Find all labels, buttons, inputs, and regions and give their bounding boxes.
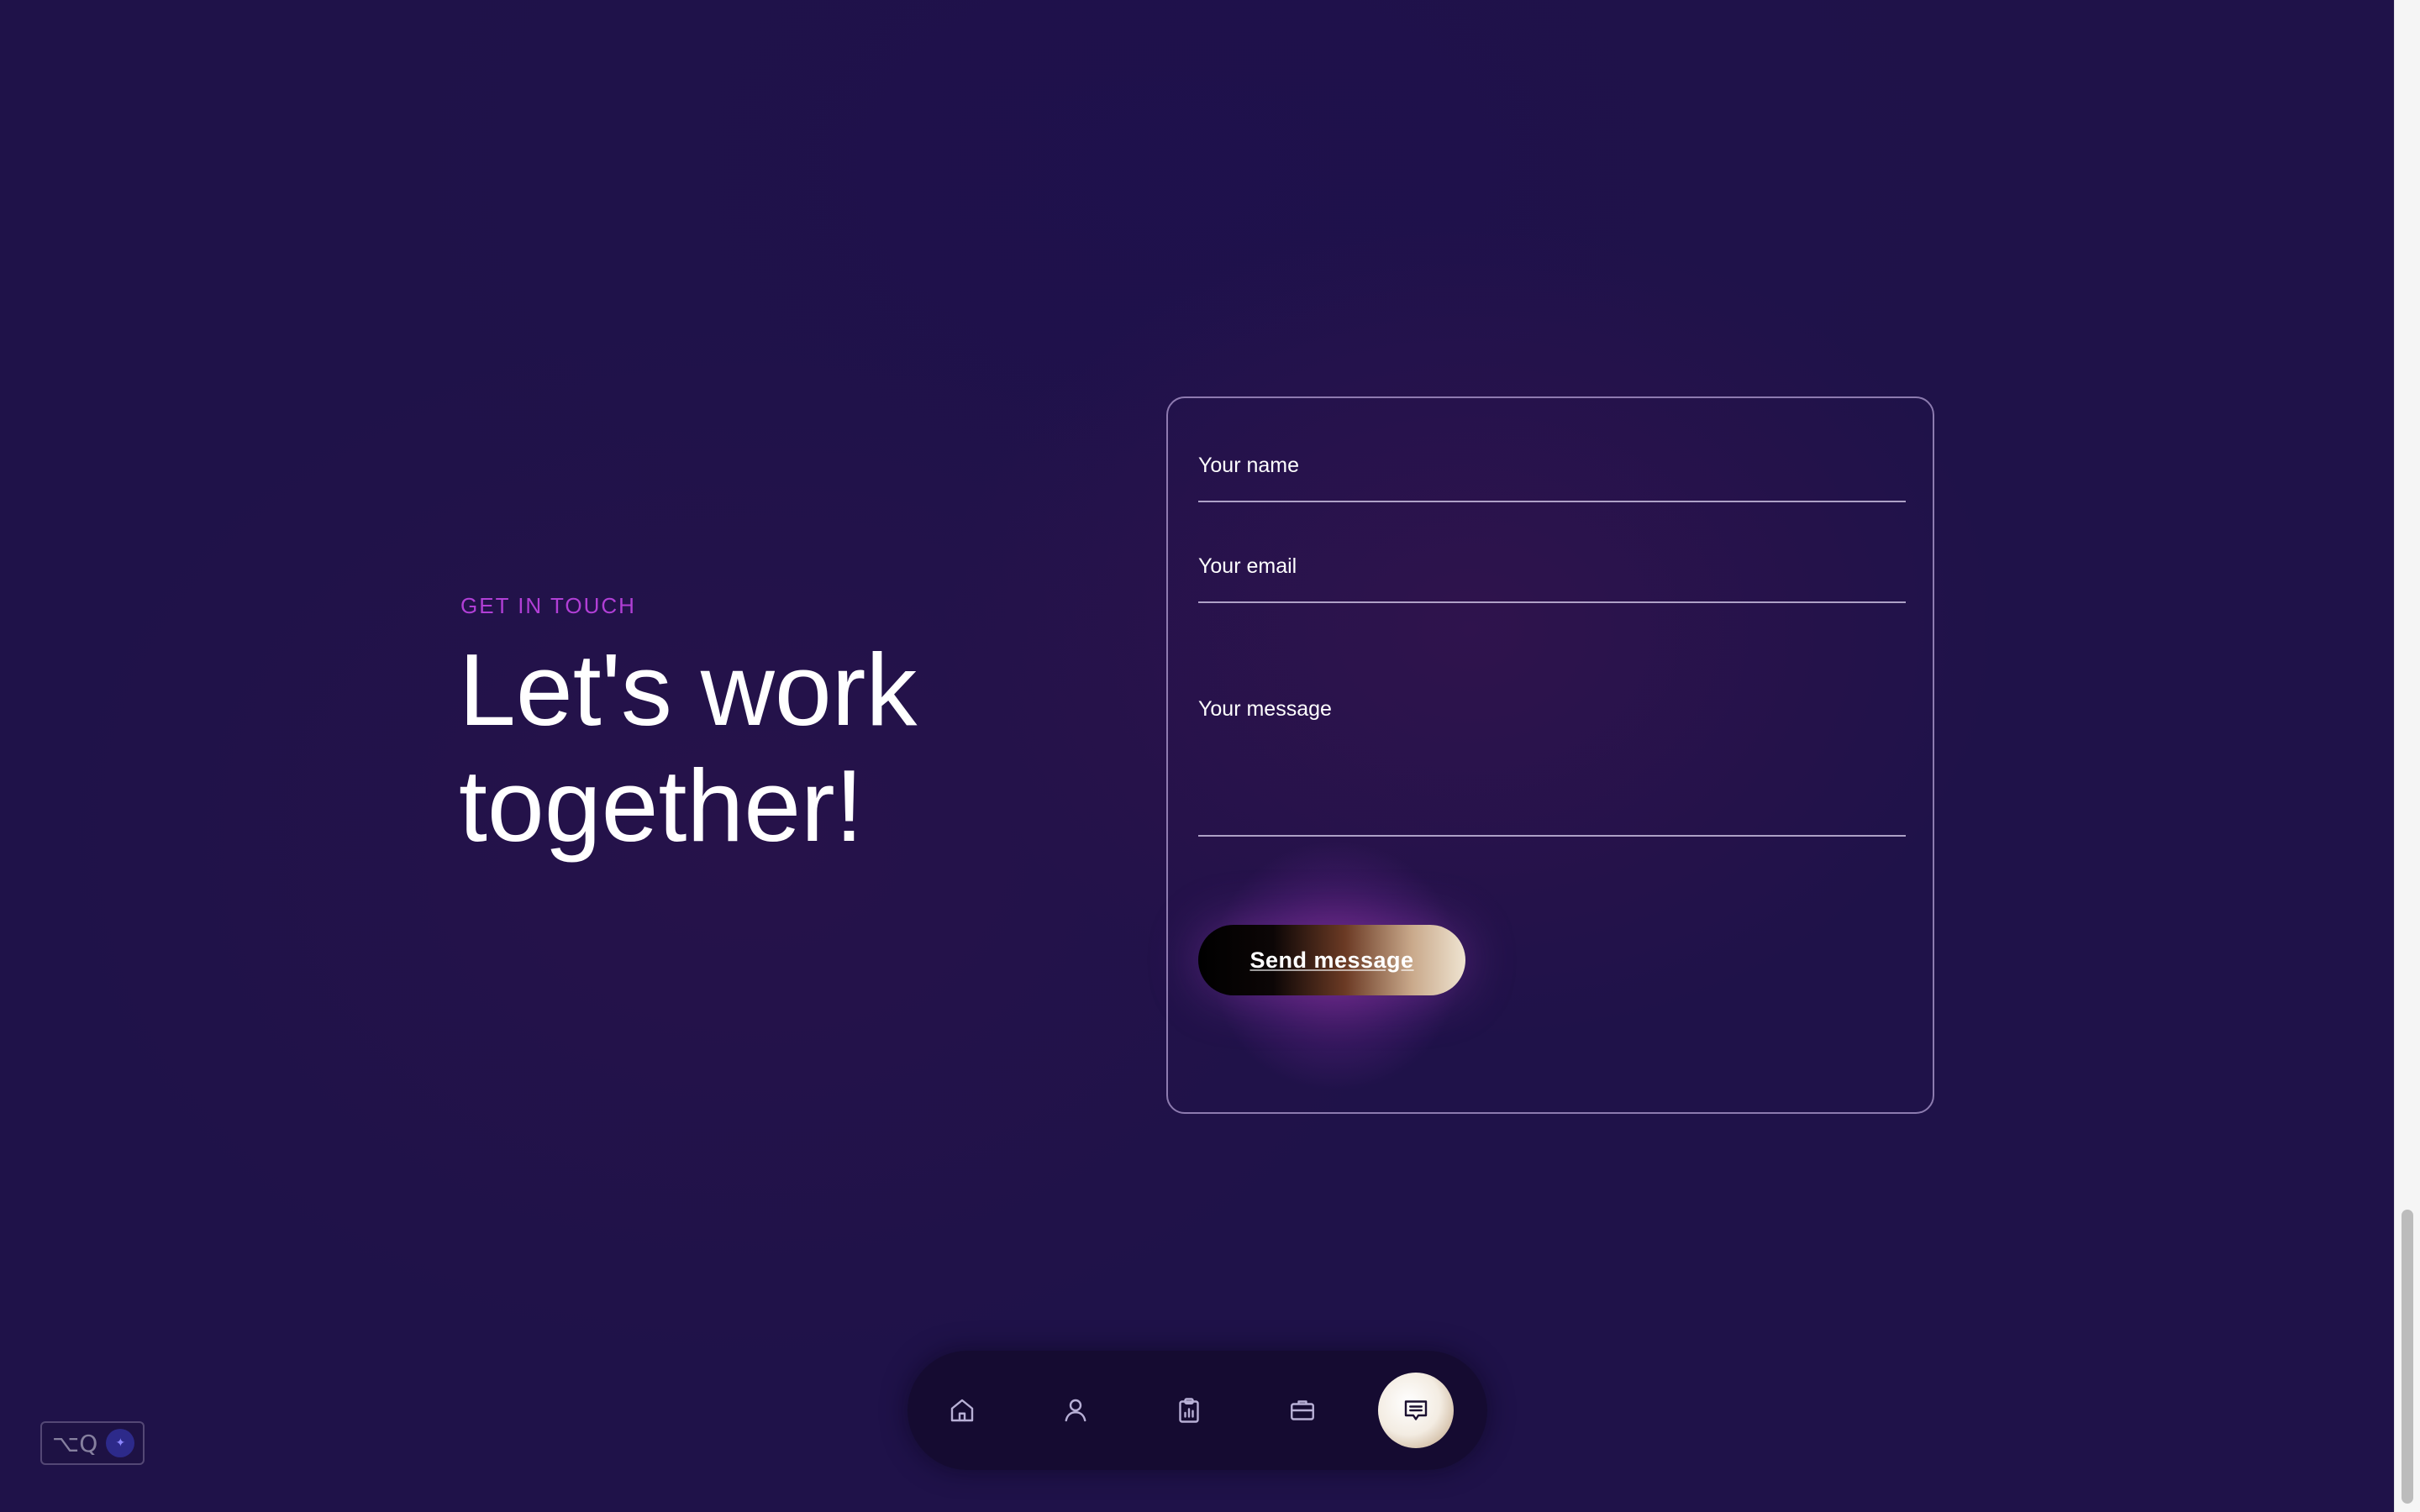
message-field-wrapper [1198,697,1906,837]
bottom-navigation [908,1351,1487,1470]
nav-item-contact[interactable] [1378,1373,1454,1448]
nav-item-resume[interactable] [1151,1373,1227,1448]
message-icon [1404,1400,1428,1420]
contact-form: Send message [1166,396,1934,1114]
email-field-wrapper [1198,549,1906,603]
email-input[interactable] [1198,549,1906,583]
briefcase-icon [1291,1400,1314,1420]
message-textarea[interactable] [1198,697,1906,798]
nav-item-work[interactable] [1265,1373,1340,1448]
contact-headline: Let's work together! [459,633,918,863]
nav-item-about[interactable] [1038,1373,1113,1448]
section-eyebrow: GET IN TOUCH [460,593,636,618]
scrollbar-thumb[interactable] [2402,1210,2413,1504]
clipboard-chart-icon [1179,1398,1199,1423]
vertical-scrollbar[interactable] [2394,0,2420,1512]
sparkle-icon: ✦ [106,1429,135,1457]
user-icon [1065,1399,1086,1422]
send-message-label: Send message [1249,947,1414,973]
send-message-button[interactable]: Send message [1198,925,1465,995]
name-input[interactable] [1198,449,1906,482]
shortcut-text: ⌥Q [52,1429,98,1457]
name-field-wrapper [1198,449,1906,502]
shortcut-widget[interactable]: ⌥Q ✦ [40,1421,145,1465]
home-icon [950,1399,974,1422]
contact-page: GET IN TOUCH Let's work together! Send m… [0,0,2395,1512]
nav-item-home[interactable] [924,1373,1000,1448]
